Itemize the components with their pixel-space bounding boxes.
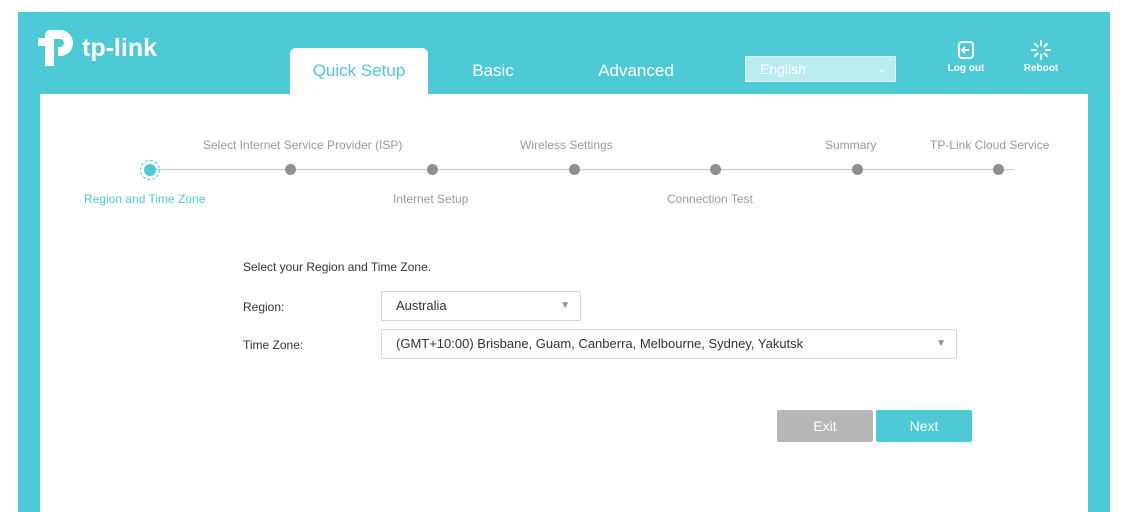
tab-advanced[interactable]: Advanced [558,48,714,94]
reboot-label: Reboot [1023,63,1059,74]
region-select[interactable]: Australia ▼ [381,291,581,321]
step-label-cloud[interactable]: TP-Link Cloud Service [930,138,1049,152]
timezone-label: Time Zone: [243,338,304,352]
region-label: Region: [243,300,285,314]
tab-basic[interactable]: Basic [428,48,558,94]
step-label-region[interactable]: Region and Time Zone [84,192,205,206]
step-dot-internet-setup[interactable] [427,164,438,175]
exit-button[interactable]: Exit [777,410,873,442]
step-dot-isp[interactable] [285,164,296,175]
language-value: English [760,61,806,77]
timezone-value: (GMT+10:00) Brisbane, Guam, Canberra, Me… [396,336,804,351]
step-dot-connection-test[interactable] [710,164,721,175]
logo-text: tp-link [82,33,157,62]
step-dot-cloud[interactable] [993,164,1004,175]
chevron-down-icon: ⌄ [877,63,887,75]
step-label-isp[interactable]: Select Internet Service Provider (ISP) [203,138,402,152]
main-tabs: Quick Setup Basic Advanced [290,48,714,94]
step-dot-wireless[interactable] [569,164,580,175]
region-value: Australia [396,298,447,313]
timezone-select[interactable]: (GMT+10:00) Brisbane, Guam, Canberra, Me… [381,329,957,359]
form-title: Select your Region and Time Zone. [243,260,432,274]
tab-quick-setup[interactable]: Quick Setup [290,48,428,94]
chevron-down-icon: ▼ [560,300,570,311]
step-dot-summary[interactable] [852,164,863,175]
step-dot-region[interactable] [144,164,156,176]
reboot-icon [1031,40,1051,60]
reboot-button[interactable]: Reboot [1016,40,1066,74]
step-label-internet-setup[interactable]: Internet Setup [393,192,468,206]
tp-link-logo-icon [38,30,73,66]
router-admin-frame: tp-link Quick Setup Basic Advanced Engli… [18,12,1110,512]
quick-setup-panel: Region and Time Zone Select Internet Ser… [40,94,1088,512]
logout-label: Log out [947,63,985,74]
tp-link-logo: tp-link [36,26,157,70]
logout-icon [958,41,974,59]
stepper-track [150,169,1014,170]
step-label-summary[interactable]: Summary [825,138,876,152]
logout-button[interactable]: Log out [941,40,991,74]
chevron-down-icon: ▼ [936,338,946,349]
step-label-connection-test[interactable]: Connection Test [667,192,753,206]
language-select[interactable]: English ⌄ [745,56,896,82]
step-label-wireless[interactable]: Wireless Settings [520,138,613,152]
next-button[interactable]: Next [876,410,972,442]
